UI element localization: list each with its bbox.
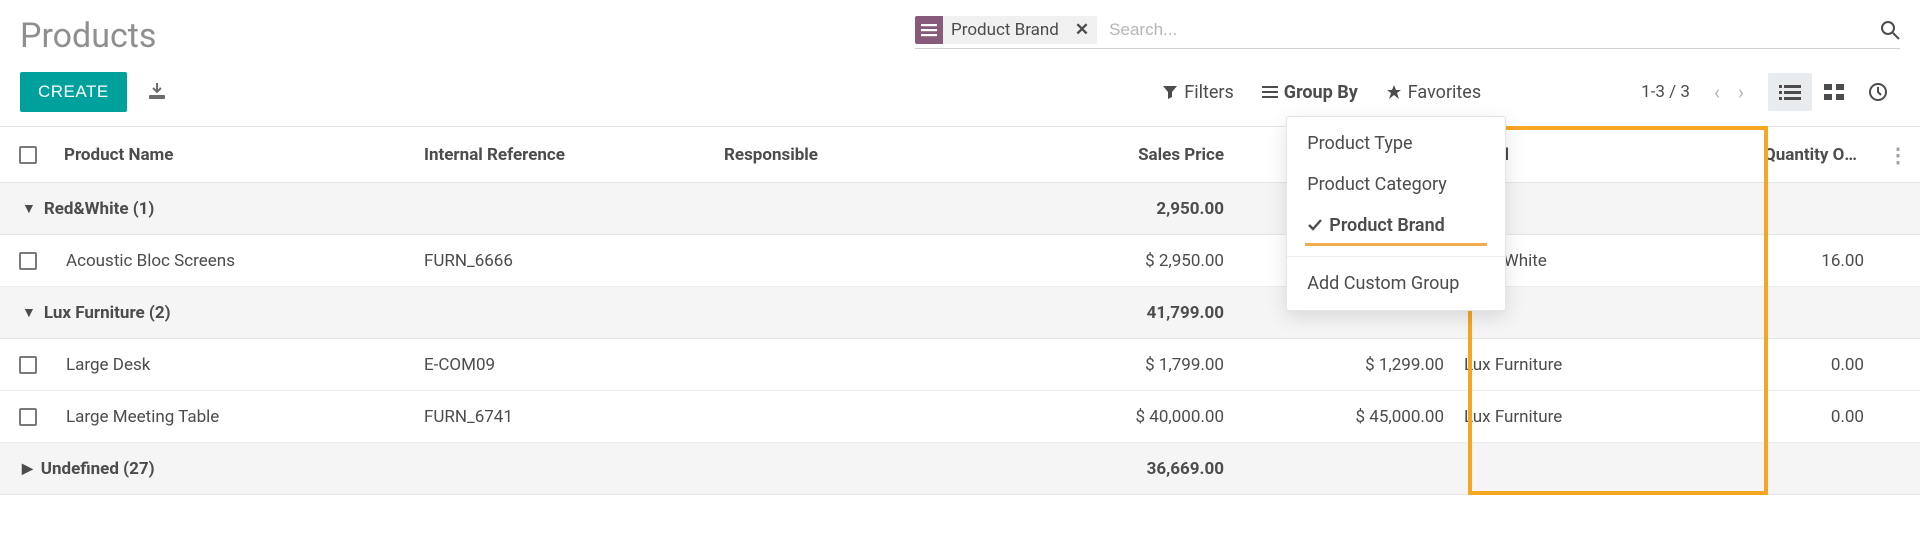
cell-cost: $ 1,299.00 [1236, 355, 1456, 375]
group-sum-sales: 2,950.00 [996, 199, 1236, 219]
cell-sales: $ 40,000.00 [996, 407, 1236, 427]
menu-divider [1287, 256, 1505, 257]
filters-label: Filters [1184, 82, 1234, 103]
groupby-facet-icon [915, 16, 943, 44]
col-sales-price[interactable]: Sales Price [996, 145, 1236, 165]
group-label: Lux Furniture (2) [44, 303, 171, 323]
col-internal-reference[interactable]: Internal Reference [416, 145, 716, 165]
import-icon[interactable] [147, 83, 167, 101]
caret-down-icon: ▼ [22, 200, 36, 217]
group-row[interactable]: ▼ Red&White (1) 2,950.00 [0, 183, 1920, 235]
group-sum-sales: 36,669.00 [996, 459, 1236, 479]
cell-ref: FURN_6666 [416, 251, 716, 271]
cell-qty: 0.00 [1756, 407, 1876, 427]
search-icon[interactable] [1880, 20, 1900, 40]
groupby-add-custom[interactable]: Add Custom Group [1287, 263, 1505, 304]
facet-label: Product Brand [943, 20, 1067, 40]
groupby-option-label: Product Brand [1329, 215, 1445, 236]
groupby-label: Group By [1284, 82, 1358, 103]
favorites-label: Favorites [1408, 82, 1481, 103]
cell-brand: Lux Furniture [1456, 355, 1756, 375]
groupby-option-product-brand[interactable]: Product Brand [1287, 205, 1505, 250]
column-options-icon[interactable]: ⋮ [1876, 143, 1920, 167]
col-product-name[interactable]: Product Name [56, 145, 416, 165]
groupby-option-product-category[interactable]: Product Category [1287, 164, 1505, 205]
group-sum-sales: 41,799.00 [996, 303, 1236, 323]
cell-brand: Lux Furniture [1456, 407, 1756, 427]
col-responsible[interactable]: Responsible [716, 145, 996, 165]
pager-prev-icon[interactable]: ‹ [1714, 80, 1720, 104]
pager-next-icon[interactable]: › [1738, 80, 1744, 104]
caret-down-icon: ▼ [22, 304, 36, 321]
groupby-button[interactable]: Group By [1262, 82, 1358, 103]
filters-button[interactable]: Filters [1162, 82, 1234, 103]
cell-sales: $ 2,950.00 [996, 251, 1236, 271]
view-kanban-icon[interactable] [1812, 73, 1856, 111]
highlight-underline [1305, 243, 1487, 246]
group-label: Undefined (27) [41, 459, 155, 479]
table-row[interactable]: Large Meeting Table FURN_6741 $ 40,000.0… [0, 391, 1920, 443]
view-list-icon[interactable] [1768, 73, 1812, 111]
cell-name: Large Meeting Table [56, 407, 416, 427]
search-input[interactable] [1103, 16, 1872, 44]
pager-text: 1-3 / 3 [1641, 82, 1690, 102]
group-row[interactable]: ▼ Lux Furniture (2) 41,799.00 [0, 287, 1920, 339]
group-label: Red&White (1) [44, 199, 155, 219]
cell-cost: $ 45,000.00 [1236, 407, 1456, 427]
table-header: Product Name Internal Reference Responsi… [0, 127, 1920, 183]
cell-ref: E-COM09 [416, 355, 716, 375]
cell-name: Acoustic Bloc Screens [56, 251, 416, 271]
groupby-option-product-type[interactable]: Product Type [1287, 123, 1505, 164]
products-table: Product Name Internal Reference Responsi… [0, 126, 1920, 495]
create-button[interactable]: CREATE [20, 72, 127, 112]
cell-qty: 16.00 [1756, 251, 1876, 271]
caret-right-icon: ▶ [22, 461, 33, 477]
cell-ref: FURN_6741 [416, 407, 716, 427]
row-checkbox[interactable] [0, 408, 56, 426]
table-row[interactable]: Large Desk E-COM09 $ 1,799.00 $ 1,299.00… [0, 339, 1920, 391]
row-checkbox[interactable] [0, 356, 56, 374]
groupby-dropdown: Product Type Product Category Product Br… [1286, 116, 1506, 311]
select-all-checkbox[interactable] [0, 146, 56, 164]
row-checkbox[interactable] [0, 252, 56, 270]
search-bar[interactable]: Product Brand ✕ [915, 16, 1900, 49]
cell-qty: 0.00 [1756, 355, 1876, 375]
table-row[interactable]: Acoustic Bloc Screens FURN_6666 $ 2,950.… [0, 235, 1920, 287]
search-facet: Product Brand ✕ [915, 16, 1097, 44]
check-icon [1307, 218, 1323, 232]
group-row[interactable]: ▶ Undefined (27) 36,669.00 [0, 443, 1920, 495]
facet-remove-icon[interactable]: ✕ [1067, 20, 1097, 40]
page-title: Products [20, 16, 156, 56]
col-qty-on-hand[interactable]: Quantity On Hand [1756, 145, 1876, 165]
view-activity-icon[interactable] [1856, 73, 1900, 111]
cell-sales: $ 1,799.00 [996, 355, 1236, 375]
favorites-button[interactable]: Favorites [1386, 82, 1481, 103]
cell-name: Large Desk [56, 355, 416, 375]
